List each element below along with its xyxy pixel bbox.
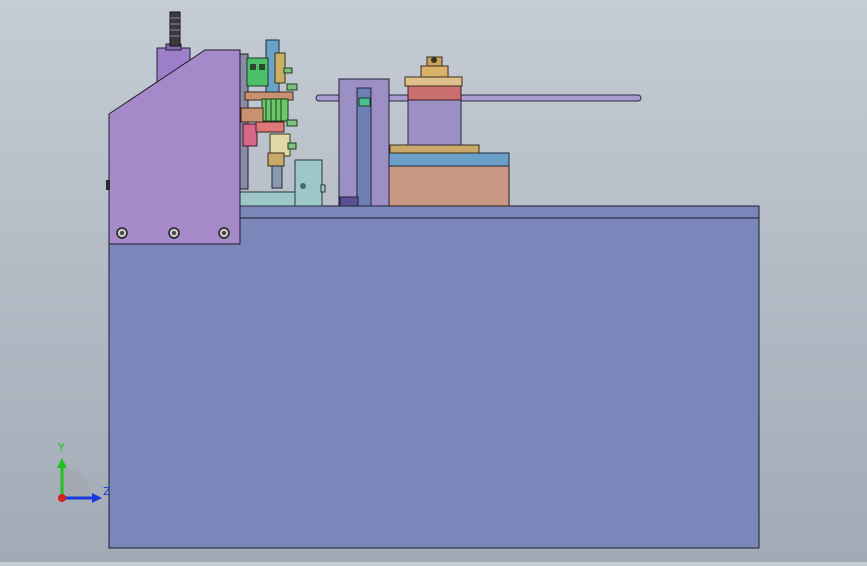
- vertical-column[interactable]: [338, 78, 390, 207]
- axis-triad: [57, 458, 102, 503]
- side-frame-plate[interactable]: [106, 49, 241, 245]
- x-axis-origin-icon: [58, 494, 66, 502]
- feeder-mechanism[interactable]: [239, 39, 298, 190]
- model-canvas[interactable]: [0, 0, 867, 562]
- cad-viewport[interactable]: Y Z: [0, 0, 867, 562]
- z-axis-label: Z: [103, 485, 111, 498]
- machine-base[interactable]: [108, 205, 760, 549]
- y-axis-label: Y: [58, 441, 65, 454]
